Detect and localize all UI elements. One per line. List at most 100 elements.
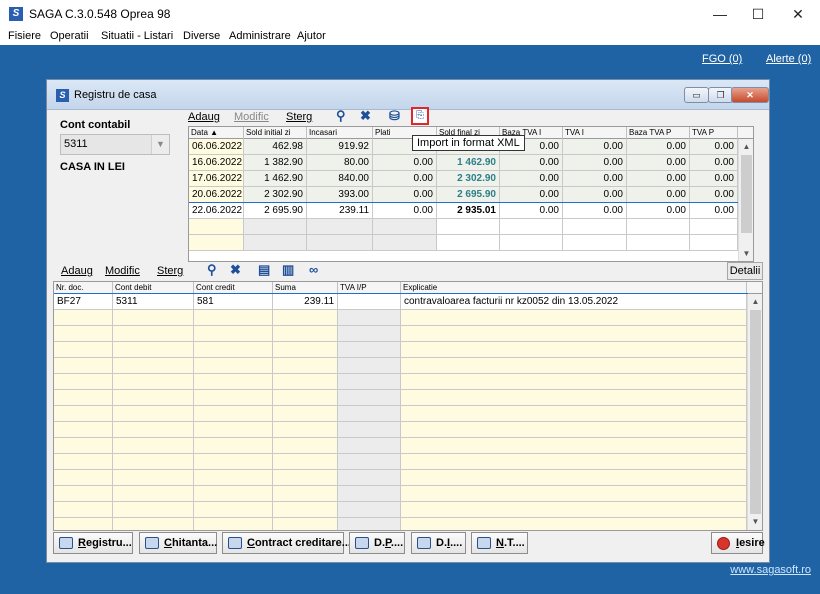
table-cell: [54, 518, 113, 530]
col-data[interactable]: Data ▲: [189, 127, 244, 139]
table-cell: [273, 326, 338, 342]
table-row[interactable]: [54, 390, 747, 406]
col-suma[interactable]: Suma: [273, 282, 338, 294]
window-minimize-button[interactable]: ▭: [684, 87, 709, 103]
col-nr-doc[interactable]: Nr. doc.: [54, 282, 113, 294]
printer-icon: [355, 537, 369, 549]
table-row[interactable]: [54, 374, 747, 390]
nt-print-button[interactable]: N.T....: [471, 532, 528, 554]
modific-link-2[interactable]: Modific: [105, 265, 140, 277]
table-row[interactable]: [54, 326, 747, 342]
coins-icon[interactable]: ⛁: [389, 108, 400, 124]
menu-ajutor[interactable]: Ajutor: [297, 30, 326, 42]
table-row[interactable]: [54, 486, 747, 502]
table-row[interactable]: [54, 358, 747, 374]
modific-link[interactable]: Modific: [234, 111, 269, 123]
table-cell: [338, 342, 401, 358]
chitanta-print-button[interactable]: Chitanta...: [139, 532, 217, 554]
table-cell: 0.00: [690, 171, 738, 187]
scroll-down-icon[interactable]: ▼: [739, 246, 753, 261]
table-row[interactable]: 16.06.2022 1 382.90 80.00 0.00 1 462.90 0.00 0…: [189, 155, 753, 171]
table-row[interactable]: [54, 310, 747, 326]
registru-window: S Registru de casa ▭ ❐ ✕ Cont contabil 5…: [46, 79, 770, 563]
scroll-down-icon[interactable]: ▼: [748, 514, 762, 530]
menu-diverse[interactable]: Diverse: [183, 30, 220, 42]
excel-icon[interactable]: ✖: [230, 262, 241, 278]
fgo-link[interactable]: FGO (0): [702, 53, 742, 65]
table-row[interactable]: [54, 406, 747, 422]
table-cell: [54, 390, 113, 406]
col-cont-credit[interactable]: Cont credit: [194, 282, 273, 294]
col-tva-p[interactable]: TVA P: [690, 127, 738, 139]
di-print-button[interactable]: D.I....: [411, 532, 466, 554]
scroll-up-icon[interactable]: ▲: [748, 294, 762, 310]
scroll-thumb[interactable]: [741, 155, 752, 233]
table-row[interactable]: [189, 219, 753, 235]
iesire-button[interactable]: Iesire: [711, 532, 765, 554]
maximize-button[interactable]: ☐: [738, 4, 778, 24]
table-cell: [338, 486, 401, 502]
registru-print-button[interactable]: Registru...: [53, 532, 133, 554]
binoculars-icon[interactable]: ⚲: [336, 108, 346, 124]
cont-contabil-select[interactable]: 5311 ▼: [60, 134, 170, 155]
table-cell: 17.06.2022: [189, 171, 244, 187]
table-row[interactable]: 17.06.2022 1 462.90 840.00 0.00 2 302.90 0.00…: [189, 171, 753, 187]
table-row[interactable]: 22.06.2022 2 695.90 239.11 0.00 2 935.01 0.00…: [189, 202, 753, 220]
sterg-link[interactable]: Sterg: [286, 111, 312, 123]
chevron-down-icon[interactable]: ▼: [151, 135, 169, 154]
col-cont-debit[interactable]: Cont debit: [113, 282, 194, 294]
table-cell: [54, 310, 113, 326]
detalii-grid[interactable]: Nr. doc. Cont debit Cont credit Suma TVA…: [53, 281, 763, 531]
table-cell: [113, 422, 194, 438]
menu-fisiere[interactable]: Fisiere: [8, 30, 41, 42]
alerte-link[interactable]: Alerte (0): [766, 53, 811, 65]
table-cell: [194, 358, 273, 374]
adaug-link-2[interactable]: Adaug: [61, 265, 93, 277]
table-cell: [338, 374, 401, 390]
col-baza-tva-p[interactable]: Baza TVA P: [627, 127, 690, 139]
detalii-button[interactable]: Detalii: [727, 262, 763, 280]
table-row[interactable]: 20.06.2022 2 302.90 393.00 0.00 2 695.90 0.00…: [189, 187, 753, 203]
adaug-link[interactable]: Adaug: [188, 111, 220, 123]
table-row[interactable]: [54, 518, 747, 530]
table-row[interactable]: BF27 5311 581 239.11 contravaloarea facturii…: [54, 293, 748, 311]
window-close-button[interactable]: ✕: [731, 87, 769, 103]
minimize-button[interactable]: —: [700, 4, 740, 24]
grid-scrollbar[interactable]: ▲ ▼: [738, 139, 753, 261]
menu-situatii[interactable]: Situatii - Listari: [101, 30, 173, 42]
scroll-thumb[interactable]: [750, 310, 761, 514]
close-button[interactable]: ✕: [778, 4, 818, 24]
document-icon[interactable]: ▤: [258, 262, 270, 278]
contract-creditare-button[interactable]: Contract creditare...: [222, 532, 351, 554]
dp-print-button[interactable]: D.P....: [349, 532, 405, 554]
menu-administrare[interactable]: Administrare: [229, 30, 291, 42]
col-incasari[interactable]: Incasari: [307, 127, 373, 139]
copy-icon[interactable]: ▥: [282, 262, 294, 278]
grid-header: Nr. doc. Cont debit Cont credit Suma TVA…: [54, 282, 762, 294]
table-row[interactable]: [54, 470, 747, 486]
link-icon[interactable]: ∞: [309, 262, 318, 277]
sagasoft-link[interactable]: www.sagasoft.ro: [730, 564, 811, 576]
col-tva-i[interactable]: TVA I: [563, 127, 627, 139]
table-row[interactable]: [54, 438, 747, 454]
table-row[interactable]: [189, 235, 753, 251]
table-row[interactable]: [54, 422, 747, 438]
window-restore-button[interactable]: ❐: [708, 87, 733, 103]
table-row[interactable]: [54, 454, 747, 470]
table-row[interactable]: [54, 342, 747, 358]
col-sold-initial[interactable]: Sold initial zi: [244, 127, 307, 139]
import-xml-button[interactable]: ⎘: [411, 107, 429, 125]
table-cell: [338, 438, 401, 454]
grid-scrollbar[interactable]: ▲ ▼: [747, 294, 762, 530]
menu-operatii[interactable]: Operatii: [50, 30, 89, 42]
table-cell: [194, 406, 273, 422]
table-cell: 2 695.90: [437, 187, 500, 203]
table-row[interactable]: [54, 502, 747, 518]
table-cell: [54, 374, 113, 390]
scroll-up-icon[interactable]: ▲: [739, 139, 753, 155]
binoculars-icon[interactable]: ⚲: [207, 262, 217, 278]
excel-icon[interactable]: ✖: [360, 108, 371, 124]
sterg-link-2[interactable]: Sterg: [157, 265, 183, 277]
col-explicatie[interactable]: Explicatie: [401, 282, 747, 294]
col-tva-ip[interactable]: TVA I/P: [338, 282, 401, 294]
